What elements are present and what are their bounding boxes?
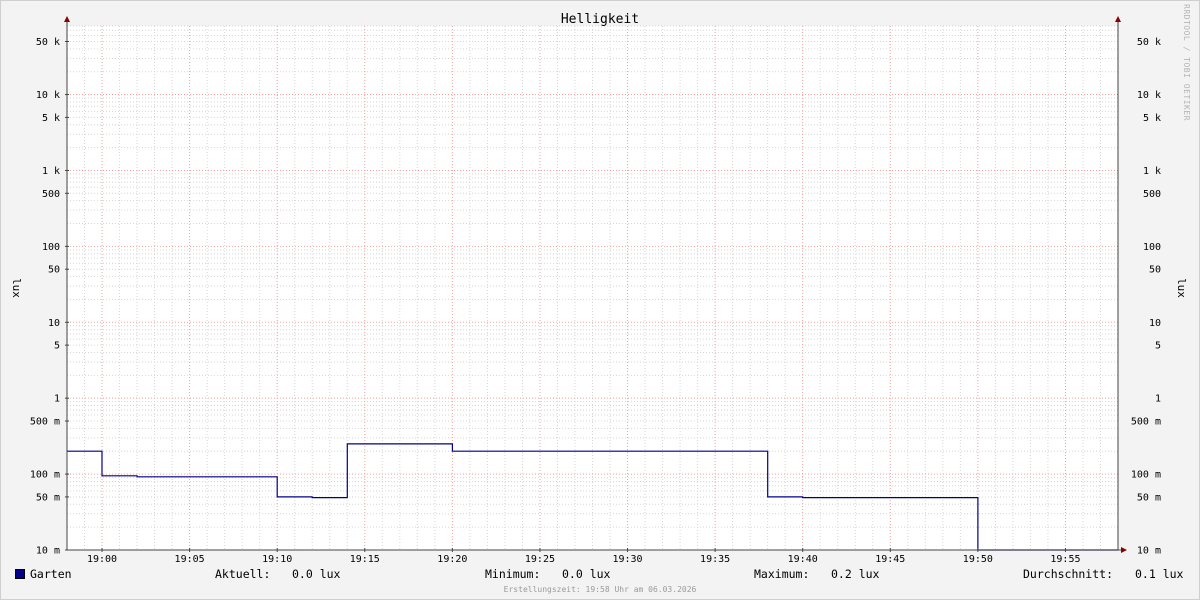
x-tick-label: 19:15 [350,554,380,565]
y-tick-label-left: 10 m [36,546,60,557]
legend-max-value: 0.2 lux [831,567,880,581]
y-tick-label-right: 5 k [1143,113,1161,124]
y-tick-label-left: 100 [42,242,60,253]
watermark: RRDTOOL / TOBI OETIKER [1182,4,1191,121]
legend-min-label: Minimum: [485,567,541,581]
chart: 10 m 50 m 100 m 500 m 1 5 10 50 100 500 1 k 5 k 10 k… [10,12,1188,565]
y-tick-label-left: 10 k [36,90,60,101]
y-axis-label-right: lux [1175,278,1188,298]
x-tick-label: 19:50 [963,554,993,565]
legend-swatch-garten [15,569,25,579]
y-tick-label-left: 100 m [30,470,60,481]
x-tick-label: 19:55 [1050,554,1080,565]
y-tick-label-right: 100 [1143,242,1161,253]
chart-title: Helligkeit [561,12,639,27]
x-tick-label: 19:30 [612,554,642,565]
y-tick-label-left: 50 m [36,492,60,503]
legend-current-value: 0.0 lux [292,567,341,581]
y-axis-arrow-left [64,16,70,22]
y-tick-labels-right: 10 m 50 m 100 m 500 m 1 5 10 50 100 500 1 k 5 k 10 k… [1131,37,1161,557]
y-tick-label-right: 5 [1155,341,1161,352]
legend-max-label: Maximum: [754,567,810,581]
legend-min-value: 0.0 lux [562,567,611,581]
x-tick-label: 19:40 [788,554,818,565]
x-tick-label: 19:45 [875,554,905,565]
y-tick-label-right: 10 [1149,318,1161,329]
legend-current-label: Aktuell: [215,567,271,581]
y-tick-label-left: 500 m [30,417,60,428]
x-tick-label: 19:20 [437,554,467,565]
y-tick-label-left: 5 [54,341,60,352]
y-tick-label-right: 50 k [1137,37,1161,48]
y-tick-label-left: 50 k [36,37,60,48]
y-tick-label-right: 50 m [1137,492,1161,503]
y-tick-label-right: 10 k [1137,90,1161,101]
x-tick-label: 19:10 [262,554,292,565]
x-tick-label: 19:35 [700,554,730,565]
y-tick-label-left: 50 [48,265,60,276]
footer-timestamp: Erstellungszeit: 19:58 Uhr am 06.03.2026 [503,585,697,594]
y-tick-label-right: 500 m [1131,417,1161,428]
x-axis-arrow [1121,547,1127,553]
y-axis-arrow-right [1115,16,1121,22]
y-axis-label-left: lux [10,278,23,298]
legend-series-name: Garten [30,567,72,581]
y-tick-label-left: 5 k [42,113,60,124]
y-tick-label-right: 100 m [1131,470,1161,481]
y-tick-label-left: 500 [42,189,60,200]
legend-avg-label: Durchschnitt: [1023,567,1114,581]
legend-avg-value: 0.1 lux [1135,567,1184,581]
y-tick-label-right: 1 k [1143,166,1161,177]
x-tick-label: 19:05 [175,554,205,565]
y-tick-label-right: 1 [1155,394,1161,405]
y-tick-label-left: 1 [54,394,60,405]
y-tick-labels-left: 10 m 50 m 100 m 500 m 1 5 10 50 100 500 1 k 5 k 10 k… [30,37,60,557]
x-tick-label: 19:25 [525,554,555,565]
y-tick-label-right: 500 [1143,189,1161,200]
y-tick-label-left: 10 [48,318,60,329]
x-tick-labels: 19:00 19:05 19:10 19:15 19:20 19:25 19:30 19:35… [87,554,1081,565]
x-tick-label: 19:00 [87,554,117,565]
y-tick-label-right: 50 [1149,265,1161,276]
y-tick-label-right: 10 m [1137,546,1161,557]
y-tick-label-left: 1 k [42,166,60,177]
